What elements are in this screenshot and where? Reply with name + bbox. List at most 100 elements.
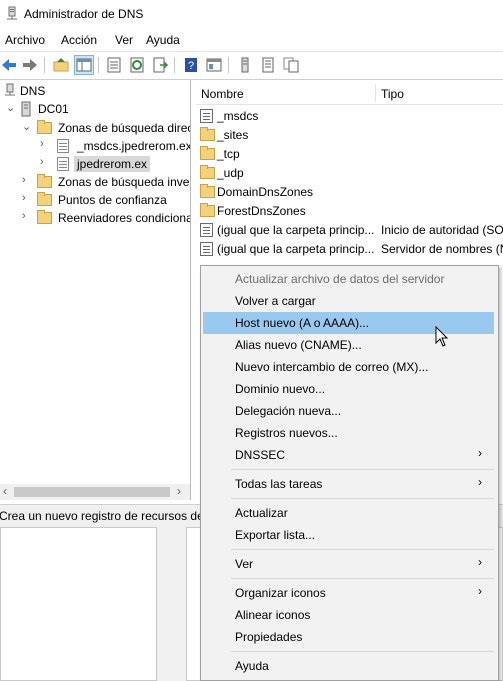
menu-archivo[interactable]: Archivo xyxy=(5,33,45,47)
toolbar-separator xyxy=(98,57,99,73)
tree-item-trust-points[interactable]: › Puntos de confianza xyxy=(0,191,190,209)
up-folder-icon[interactable] xyxy=(52,56,70,74)
list-item[interactable]: DomainDnsZones xyxy=(196,183,503,202)
menu-item-new-alias[interactable]: Alias nuevo (CNAME)... xyxy=(203,334,494,356)
tree-label-msdcs-zone: _msdcs.jpedrerom.ex xyxy=(77,139,191,153)
tree-item-msdcs-zone[interactable]: › _msdcs.jpedrerom.ex xyxy=(0,137,190,155)
folder-icon xyxy=(200,165,215,179)
menu-item-all-tasks[interactable]: Todas las tareas › xyxy=(203,473,494,495)
folder-icon xyxy=(200,127,215,141)
server-icon[interactable] xyxy=(236,56,254,74)
tree-label-forwarders: Reenviadores condicionales xyxy=(58,211,190,225)
menu-item-line-up-icons[interactable]: Alinear iconos xyxy=(203,604,494,626)
scroll-right-icon[interactable]: › xyxy=(177,484,181,498)
zone-icon xyxy=(57,157,69,171)
zone-folder-icon xyxy=(200,109,213,123)
list-item-type: Inicio de autoridad (SOA) xyxy=(381,223,503,237)
server-icon xyxy=(21,101,31,117)
chevron-right-icon[interactable]: › xyxy=(22,210,32,224)
window-icon[interactable] xyxy=(205,56,223,74)
list-item-name: _udp xyxy=(217,166,244,180)
submenu-arrow-icon: › xyxy=(478,446,482,460)
menu-item-new-domain[interactable]: Dominio nuevo... xyxy=(203,378,494,400)
record-icon xyxy=(200,242,213,256)
record-icon xyxy=(200,223,213,237)
list-header: Nombre Tipo xyxy=(196,80,503,105)
list-item-name: _sites xyxy=(217,128,249,142)
list-item-name: DomainDnsZones xyxy=(217,185,314,199)
menu-item-new-host[interactable]: Host nuevo (A o AAAA)... xyxy=(203,312,494,334)
back-arrow-icon[interactable] xyxy=(0,56,18,74)
tree-item-server[interactable]: ⌄ DC01 xyxy=(0,100,190,118)
folder-icon xyxy=(37,120,52,134)
folder-icon xyxy=(200,146,215,160)
list-item-name: (igual que la carpeta princip... xyxy=(217,223,375,237)
menu-item-dnssec[interactable]: DNSSEC › xyxy=(203,444,494,466)
menu-item-new-records[interactable]: Registros nuevos... xyxy=(203,422,494,444)
menu-ver[interactable]: Ver xyxy=(115,33,133,47)
column-divider[interactable] xyxy=(375,84,376,102)
column-header-name[interactable]: Nombre xyxy=(201,87,244,101)
tree-item-dns[interactable]: DNS xyxy=(0,82,190,100)
menu-ayuda[interactable]: Ayuda xyxy=(146,33,180,47)
folder-icon xyxy=(37,192,52,206)
menu-item-reload[interactable]: Volver a cargar xyxy=(203,290,494,312)
menu-item-properties[interactable]: Propiedades xyxy=(203,626,494,648)
list-item[interactable]: ForestDnsZones xyxy=(196,202,503,221)
tree-item-forwarders[interactable]: › Reenviadores condicionales xyxy=(0,209,190,227)
export-list-icon[interactable] xyxy=(151,56,169,74)
svg-text:?: ? xyxy=(188,60,194,72)
scroll-left-icon[interactable]: ‹ xyxy=(3,484,7,498)
chevron-right-icon[interactable]: › xyxy=(40,138,50,152)
column-header-type[interactable]: Tipo xyxy=(381,87,404,101)
menu-item-new-delegation[interactable]: Delegación nueva... xyxy=(203,400,494,422)
menu-item-refresh[interactable]: Actualizar xyxy=(203,502,494,524)
help-icon[interactable]: ? xyxy=(182,56,200,74)
folder-icon xyxy=(37,174,52,188)
menu-separator xyxy=(231,498,494,499)
toolbar-separator xyxy=(174,57,175,73)
list-item[interactable]: _msdcs xyxy=(196,107,503,126)
chevron-right-icon[interactable]: › xyxy=(22,192,32,206)
records-list-icon[interactable] xyxy=(259,56,277,74)
show-hide-tree-icon[interactable] xyxy=(74,55,94,75)
tree-item-forward-zones[interactable]: ⌄ Zonas de búsqueda directa xyxy=(0,119,190,137)
folder-icon xyxy=(200,184,215,198)
list-item[interactable]: (igual que la carpeta princip... Inicio … xyxy=(196,221,503,240)
list-item[interactable]: _udp xyxy=(196,164,503,183)
chevron-down-icon[interactable]: ⌄ xyxy=(6,101,16,115)
chevron-down-icon[interactable]: ⌄ xyxy=(22,120,32,134)
tree-item-zone[interactable]: › jpedrerom.ex xyxy=(0,155,190,173)
menu-item-export-list[interactable]: Exportar lista... xyxy=(203,524,494,546)
refresh-icon[interactable] xyxy=(128,56,146,74)
menu-separator xyxy=(231,578,494,579)
scrollbar-thumb[interactable] xyxy=(14,487,170,497)
list-item-name: ForestDnsZones xyxy=(217,204,306,218)
console-tree: DNS ⌄ DC01 ⌄ Zonas de búsqueda directa ›… xyxy=(0,80,191,500)
submenu-arrow-icon: › xyxy=(478,584,482,598)
tree-label-trust-points: Puntos de confianza xyxy=(58,193,167,207)
tree-label-zone: jpedrerom.ex xyxy=(74,156,151,172)
forward-arrow-icon[interactable] xyxy=(21,56,39,74)
mouse-cursor-icon xyxy=(435,326,449,347)
menu-item-new-mx[interactable]: Nuevo intercambio de correo (MX)... xyxy=(203,356,494,378)
tree-horizontal-scrollbar[interactable]: ‹ › xyxy=(0,484,190,500)
menu-accion[interactable]: Acción xyxy=(61,33,97,47)
chevron-right-icon[interactable]: › xyxy=(22,174,32,188)
properties-sheet-icon[interactable] xyxy=(105,56,123,74)
tree-item-reverse-zones[interactable]: › Zonas de búsqueda inversa xyxy=(0,173,190,191)
list-item[interactable]: _sites xyxy=(196,126,503,145)
context-menu: Actualizar archivo de datos del servidor… xyxy=(200,265,499,681)
list-item[interactable]: _tcp xyxy=(196,145,503,164)
toolbar: ? xyxy=(0,52,503,80)
list-item[interactable]: (igual que la carpeta princip... Servido… xyxy=(196,240,503,259)
copy-records-icon[interactable] xyxy=(282,56,300,74)
submenu-arrow-icon: › xyxy=(478,555,482,569)
tree-label-server: DC01 xyxy=(38,102,69,116)
tree-label-reverse-zones: Zonas de búsqueda inversa xyxy=(58,175,190,189)
menu-item-arrange-icons[interactable]: Organizar iconos › xyxy=(203,582,494,604)
menu-bar: Archivo Acción Ver Ayuda xyxy=(0,30,503,52)
menu-item-view[interactable]: Ver › xyxy=(203,553,494,575)
chevron-right-icon[interactable]: › xyxy=(40,156,50,170)
menu-item-help[interactable]: Ayuda xyxy=(203,655,494,677)
